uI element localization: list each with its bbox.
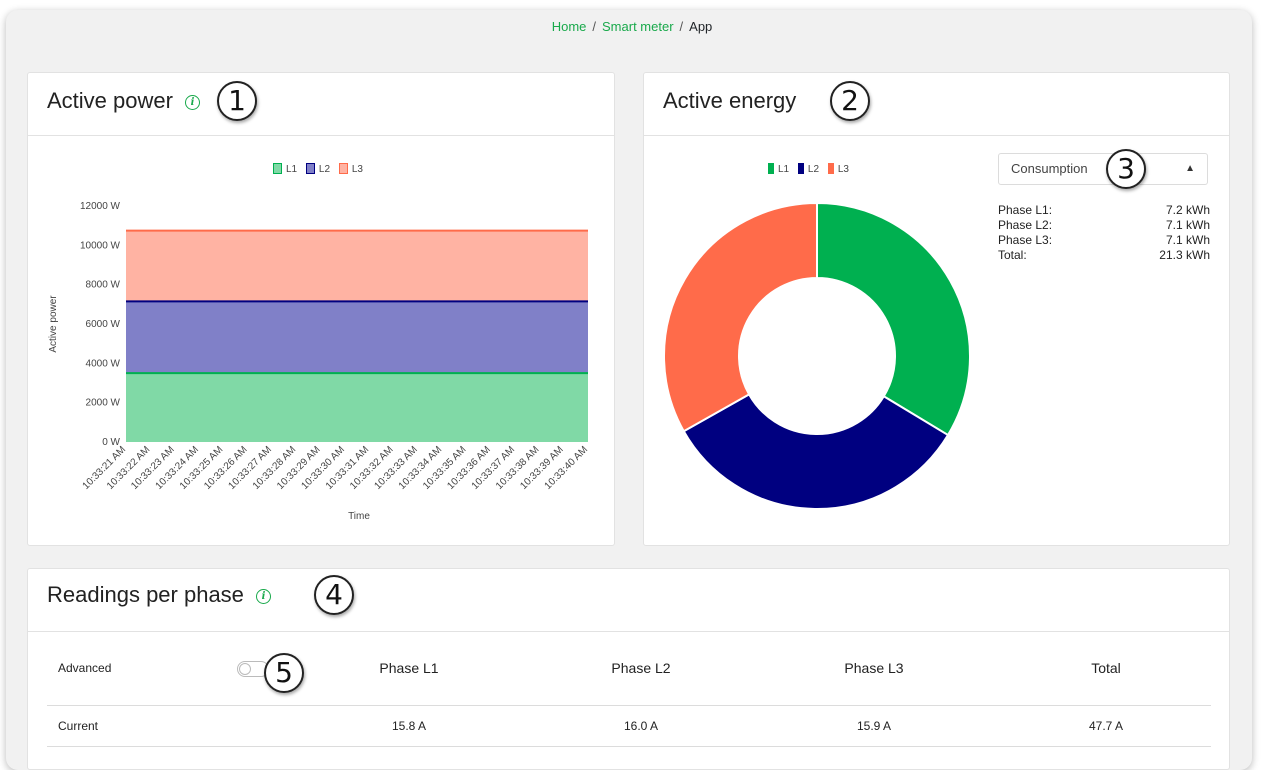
card-header: Active energy	[644, 73, 1229, 136]
energy-summary: Phase L1: 7.2 kWh Phase L2: 7.1 kWh Phase …	[998, 203, 1210, 263]
column-header-total: Total	[1091, 660, 1121, 676]
energy-row-value: 7.2 kWh	[1165, 203, 1210, 217]
area-series-l1	[126, 373, 588, 442]
callout-marker: 5	[264, 653, 304, 693]
info-icon[interactable]: i	[256, 588, 272, 604]
card-title: Readings per phase i	[47, 582, 272, 608]
active-power-title: Active power	[47, 88, 173, 113]
active-energy-card: Active energy 2 L1 L2 L3 Consumption ▲ 3…	[643, 72, 1230, 546]
readings-title: Readings per phase	[47, 582, 244, 607]
breadcrumb-home[interactable]: Home	[552, 19, 587, 34]
active-power-chart: 0 W2000 W4000 W6000 W8000 W10000 W12000 …	[48, 201, 590, 522]
cell-value: 15.8 A	[391, 719, 427, 733]
donut-slice-l1[interactable]	[816, 201, 971, 437]
energy-row-label: Phase L2:	[998, 218, 1053, 232]
callout-marker: 2	[830, 81, 870, 121]
column-header-phase-l3: Phase L3	[844, 660, 904, 676]
callout-marker: 1	[217, 81, 257, 121]
column-header-phase-l1: Phase L1	[379, 660, 439, 676]
breadcrumb-smart-meter[interactable]: Smart meter	[602, 19, 674, 34]
energy-row-value: 21.3 kWh	[1159, 248, 1210, 262]
energy-row: Phase L2: 7.1 kWh	[998, 218, 1210, 233]
energy-row-label: Phase L1:	[998, 203, 1053, 217]
cell-value: 15.9 A	[856, 719, 892, 733]
toggle-knob	[239, 663, 251, 675]
select-arrows-icon: ▲	[1185, 163, 1195, 174]
select-value: Consumption	[1011, 161, 1088, 176]
energy-row-label: Total:	[998, 248, 1027, 262]
row-label: Current	[58, 719, 99, 733]
table-row: Current 15.8 A 16.0 A 15.9 A 47.7 A	[47, 706, 1211, 747]
cell-value: 16.0 A	[623, 719, 659, 733]
card-header: Readings per phase i	[28, 569, 1229, 632]
energy-row-value: 7.1 kWh	[1165, 233, 1210, 247]
y-tick-label: 8000 W	[86, 280, 121, 291]
active-energy-title: Active energy	[663, 88, 797, 113]
breadcrumb-separator: /	[679, 19, 684, 34]
energy-row: Phase L1: 7.2 kWh	[998, 203, 1210, 218]
y-tick-label: 12000 W	[80, 201, 121, 212]
callout-marker: 3	[1106, 149, 1146, 189]
y-tick-label: 4000 W	[86, 358, 121, 369]
energy-row-label: Phase L3:	[998, 233, 1053, 247]
donut-slice-l3[interactable]	[663, 201, 818, 433]
breadcrumb: Home / Smart meter / App	[0, 19, 1264, 34]
card-title: Active power i	[47, 88, 201, 114]
energy-type-select[interactable]: Consumption ▲	[998, 153, 1208, 185]
breadcrumb-separator: /	[592, 19, 597, 34]
active-power-card: Active power i 1 L1 L2 L3 0 W 2000 W 4000 …	[27, 72, 615, 546]
area-series-l2	[126, 301, 588, 374]
table-header-row: Advanced Phase L1 Phase L2 Phase L3 Tota…	[47, 631, 1211, 706]
x-axis-label: Time	[348, 511, 370, 522]
y-tick-label: 2000 W	[86, 398, 121, 409]
callout-marker: 4	[314, 575, 354, 615]
column-header-phase-l2: Phase L2	[611, 660, 671, 676]
info-icon[interactable]: i	[185, 94, 201, 110]
donut-slice-l2[interactable]	[682, 392, 950, 510]
card-title: Active energy	[663, 88, 796, 114]
y-axis-label: Active power	[48, 295, 59, 353]
y-tick-label: 6000 W	[86, 319, 121, 330]
y-tick-label: 10000 W	[80, 240, 121, 251]
readings-per-phase-card: Readings per phase i 4 Advanced Phase L1…	[27, 568, 1230, 770]
energy-row: Total: 21.3 kWh	[998, 248, 1210, 263]
area-series-l3	[126, 230, 588, 302]
active-energy-donut-chart	[663, 201, 971, 510]
readings-table: Advanced Phase L1 Phase L2 Phase L3 Tota…	[47, 631, 1211, 747]
cell-value: 47.7 A	[1088, 719, 1124, 733]
breadcrumb-current: App	[689, 19, 713, 34]
energy-row-value: 7.1 kWh	[1165, 218, 1210, 232]
advanced-label: Advanced	[58, 661, 112, 675]
energy-row: Phase L3: 7.1 kWh	[998, 233, 1210, 248]
